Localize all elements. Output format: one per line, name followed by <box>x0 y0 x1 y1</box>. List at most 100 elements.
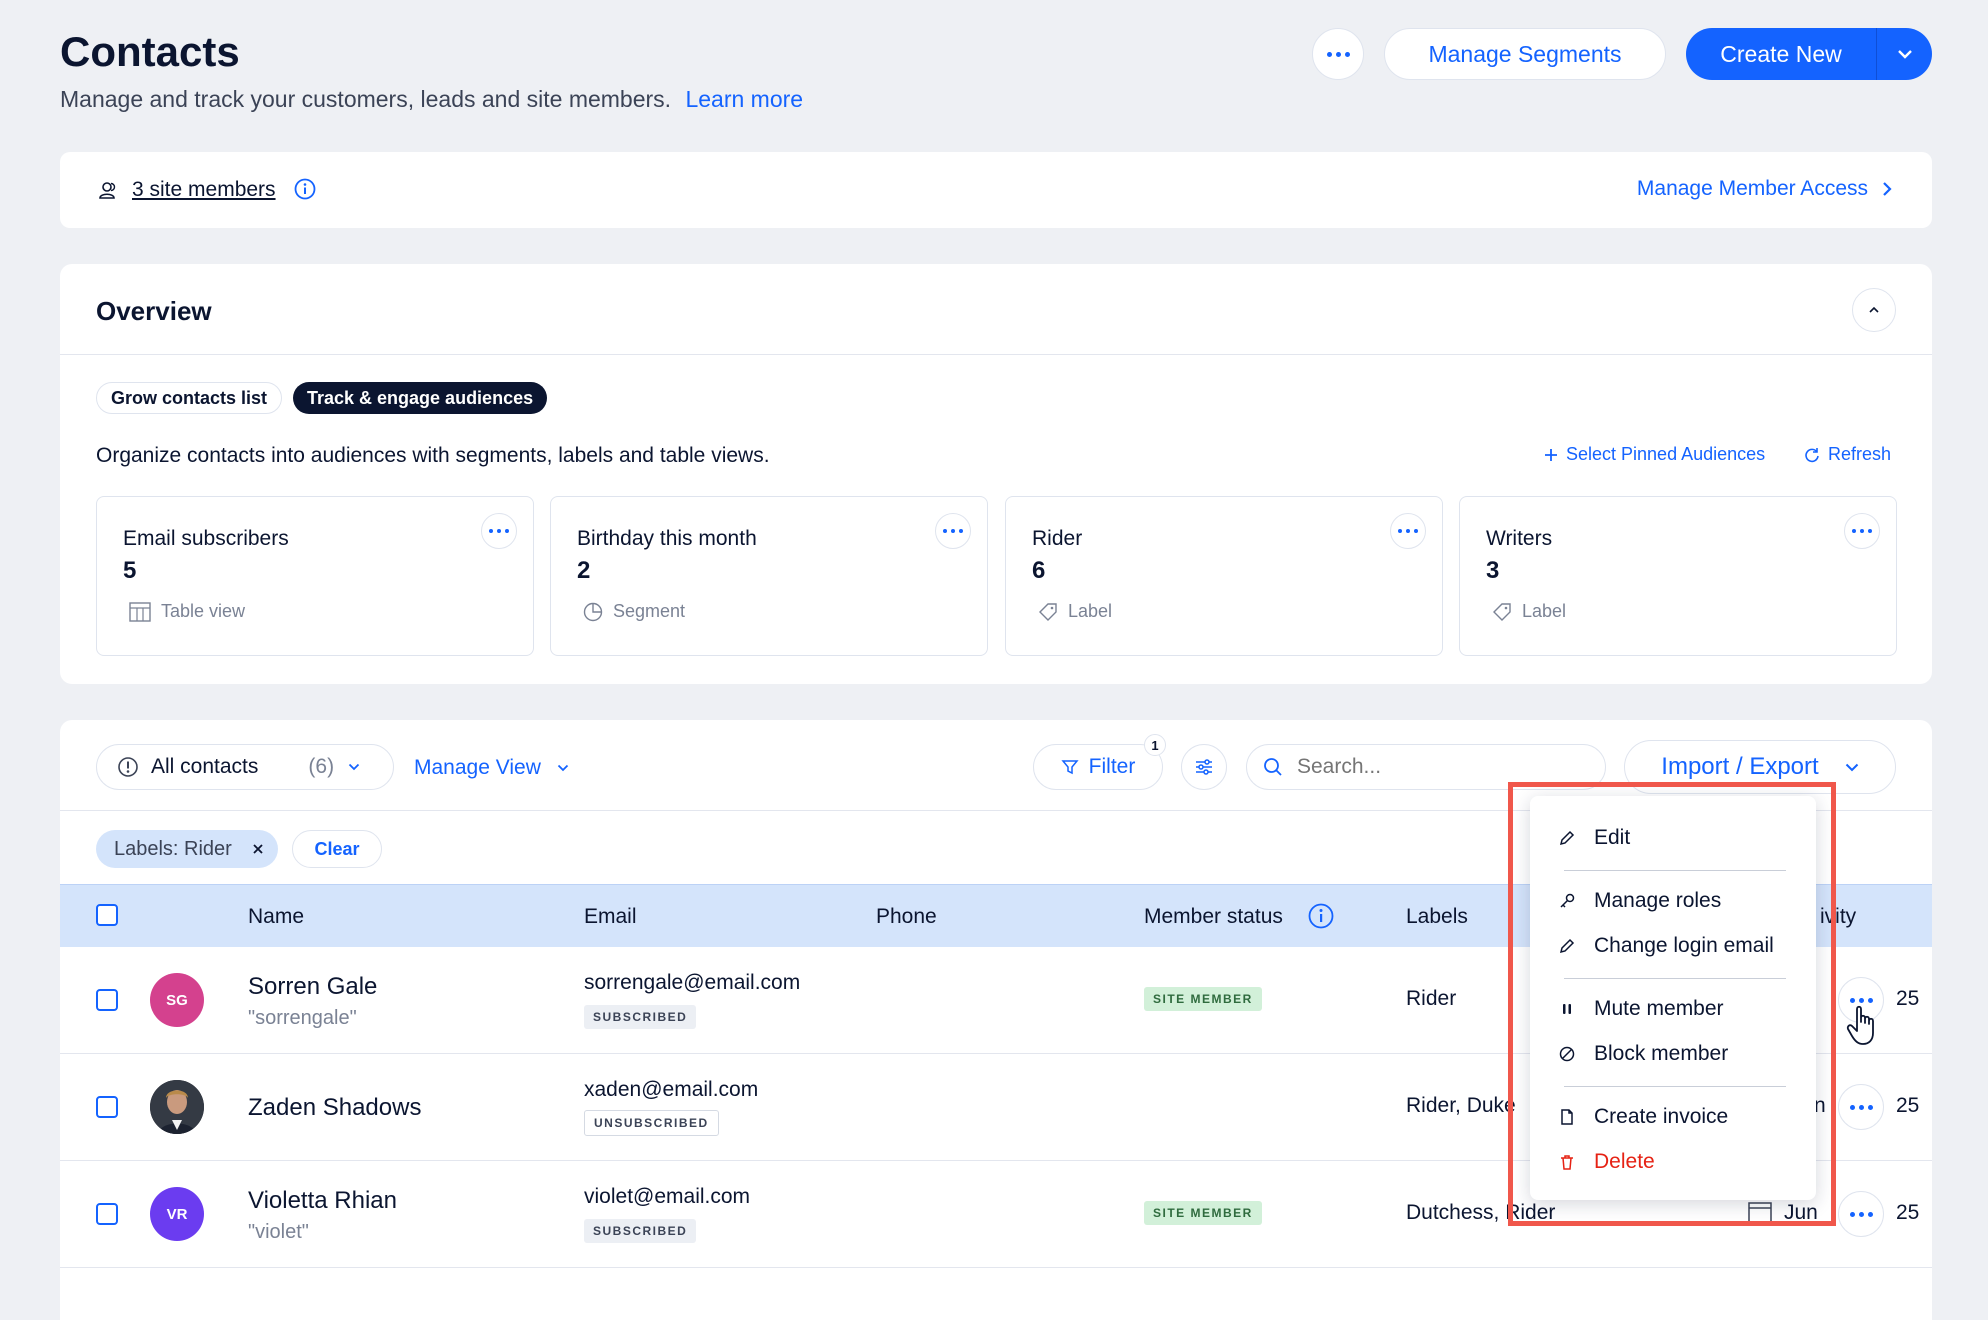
contact-labels: Rider <box>1406 987 1457 1010</box>
contact-nickname: "sorrengale" <box>248 1007 357 1029</box>
manage-view-label: Manage View <box>414 756 541 779</box>
key-icon <box>1560 893 1575 908</box>
more-icon <box>943 529 963 533</box>
row-more-button[interactable] <box>1838 1191 1884 1237</box>
collapse-overview-button[interactable] <box>1852 288 1896 332</box>
select-all-checkbox[interactable] <box>96 904 118 926</box>
table-icon <box>129 601 151 622</box>
view-selector[interactable]: All contacts (6) <box>96 744 394 790</box>
filter-icon <box>1061 760 1079 775</box>
close-icon[interactable] <box>252 843 264 855</box>
audience-title: Rider <box>1032 527 1083 550</box>
hand-cursor-icon <box>1846 1005 1874 1045</box>
page-subtitle: Manage and track your customers, leads a… <box>60 86 803 113</box>
menu-item-create-invoice[interactable]: Create invoice <box>1558 1105 1728 1129</box>
more-icon <box>1398 529 1418 533</box>
tab-grow-contacts[interactable]: Grow contacts list <box>96 382 283 414</box>
site-members-link[interactable]: 3 site members <box>132 178 276 202</box>
audience-title: Birthday this month <box>577 527 757 550</box>
menu-separator <box>1564 978 1786 979</box>
create-new-dropdown-button[interactable] <box>1877 28 1932 80</box>
column-header-labels[interactable]: Labels <box>1406 905 1468 929</box>
email-status-badge: SUBSCRIBED <box>584 1219 697 1243</box>
select-pinned-audiences-link[interactable]: Select Pinned Audiences <box>1544 444 1765 465</box>
column-header-email[interactable]: Email <box>584 905 637 929</box>
contact-name[interactable]: Zaden Shadows <box>248 1094 421 1122</box>
more-icon <box>1849 1104 1873 1110</box>
contact-name[interactable]: Sorren Gale <box>248 973 377 1001</box>
tab-track-engage[interactable]: Track & engage audiences <box>293 382 548 414</box>
document-icon <box>1561 1109 1573 1125</box>
contact-email: xaden@email.com <box>584 1078 759 1101</box>
contact-name[interactable]: Violetta Rhian <box>248 1187 397 1215</box>
customize-columns-button[interactable] <box>1181 744 1227 790</box>
block-icon <box>1559 1046 1575 1062</box>
contact-email: sorrengale@email.com <box>584 971 801 994</box>
chevron-down-icon <box>557 764 569 772</box>
trash-icon <box>1561 1155 1573 1170</box>
page-title: Contacts <box>60 28 240 75</box>
audience-card-writers[interactable]: Writers 3 Label <box>1459 496 1897 656</box>
search-input[interactable] <box>1295 754 1579 780</box>
audience-more-button[interactable] <box>481 513 517 549</box>
menu-item-edit[interactable]: Edit <box>1558 826 1630 850</box>
create-new-label: Create New <box>1720 40 1842 67</box>
row-checkbox[interactable] <box>96 1096 118 1118</box>
calendar-icon <box>1748 1202 1772 1223</box>
site-members-bar: 3 site members Manage Member Access <box>60 152 1932 228</box>
audience-more-button[interactable] <box>1844 513 1880 549</box>
column-header-member-status[interactable]: Member status <box>1144 905 1283 929</box>
row-checkbox[interactable] <box>96 989 118 1011</box>
overview-divider <box>60 354 1932 355</box>
audience-card-birthday[interactable]: Birthday this month 2 Segment <box>550 496 988 656</box>
column-header-name[interactable]: Name <box>248 905 304 929</box>
refresh-icon <box>1805 447 1819 462</box>
import-export-dropdown[interactable]: Import / Export <box>1624 740 1896 794</box>
info-icon[interactable] <box>1308 903 1334 929</box>
more-icon <box>1852 529 1872 533</box>
manage-view-dropdown[interactable]: Manage View <box>414 756 569 780</box>
audience-card-rider[interactable]: Rider 6 Label <box>1005 496 1443 656</box>
filter-button[interactable]: Filter <box>1033 744 1163 790</box>
menu-separator <box>1564 870 1786 871</box>
menu-item-change-login-email[interactable]: Change login email <box>1558 934 1774 958</box>
avatar: VR <box>150 1187 204 1241</box>
audience-more-button[interactable] <box>935 513 971 549</box>
manage-segments-button[interactable]: Manage Segments <box>1384 28 1666 80</box>
row-checkbox[interactable] <box>96 1203 118 1225</box>
view-count: (6) <box>308 755 335 778</box>
member-status-badge: SITE MEMBER <box>1144 1201 1262 1225</box>
contact-email: violet@email.com <box>584 1185 751 1208</box>
audience-more-button[interactable] <box>1390 513 1426 549</box>
audience-type: Label <box>1038 601 1112 622</box>
row-more-button[interactable] <box>1838 1084 1884 1130</box>
column-header-phone[interactable]: Phone <box>876 905 937 929</box>
refresh-link[interactable]: Refresh <box>1804 444 1891 465</box>
audience-card-email-subscribers[interactable]: Email subscribers 5 Table view <box>96 496 534 656</box>
menu-item-delete[interactable]: Delete <box>1558 1150 1655 1174</box>
clear-filters-button[interactable]: Clear <box>292 830 382 868</box>
row-actions-menu: Edit Manage roles Change login email Mut… <box>1530 796 1816 1200</box>
menu-item-mute-member[interactable]: Mute member <box>1558 997 1724 1021</box>
menu-item-manage-roles[interactable]: Manage roles <box>1558 889 1721 913</box>
subtitle-text: Manage and track your customers, leads a… <box>60 86 672 112</box>
learn-more-link[interactable]: Learn more <box>685 86 803 112</box>
activity-value: 25 <box>1896 987 1920 1010</box>
more-actions-button[interactable] <box>1312 28 1364 80</box>
menu-item-block-member[interactable]: Block member <box>1558 1042 1728 1066</box>
clear-label: Clear <box>314 838 360 859</box>
chevron-right-icon <box>1883 182 1892 196</box>
refresh-label: Refresh <box>1828 444 1892 464</box>
contact-labels: Dutchess, Rider <box>1406 1201 1556 1224</box>
search-box[interactable] <box>1246 744 1606 790</box>
view-label: All contacts <box>151 755 259 778</box>
more-icon <box>1849 1211 1873 1217</box>
create-new-button[interactable]: Create New <box>1686 28 1876 80</box>
audience-count: 3 <box>1486 557 1500 584</box>
column-header-activity[interactable]: ivity <box>1820 905 1856 929</box>
audience-count: 2 <box>577 557 591 584</box>
manage-member-access-link[interactable]: Manage Member Access <box>1637 177 1892 201</box>
audience-type: Table view <box>129 601 245 622</box>
info-icon[interactable] <box>294 178 316 200</box>
label-icon <box>1039 602 1057 621</box>
